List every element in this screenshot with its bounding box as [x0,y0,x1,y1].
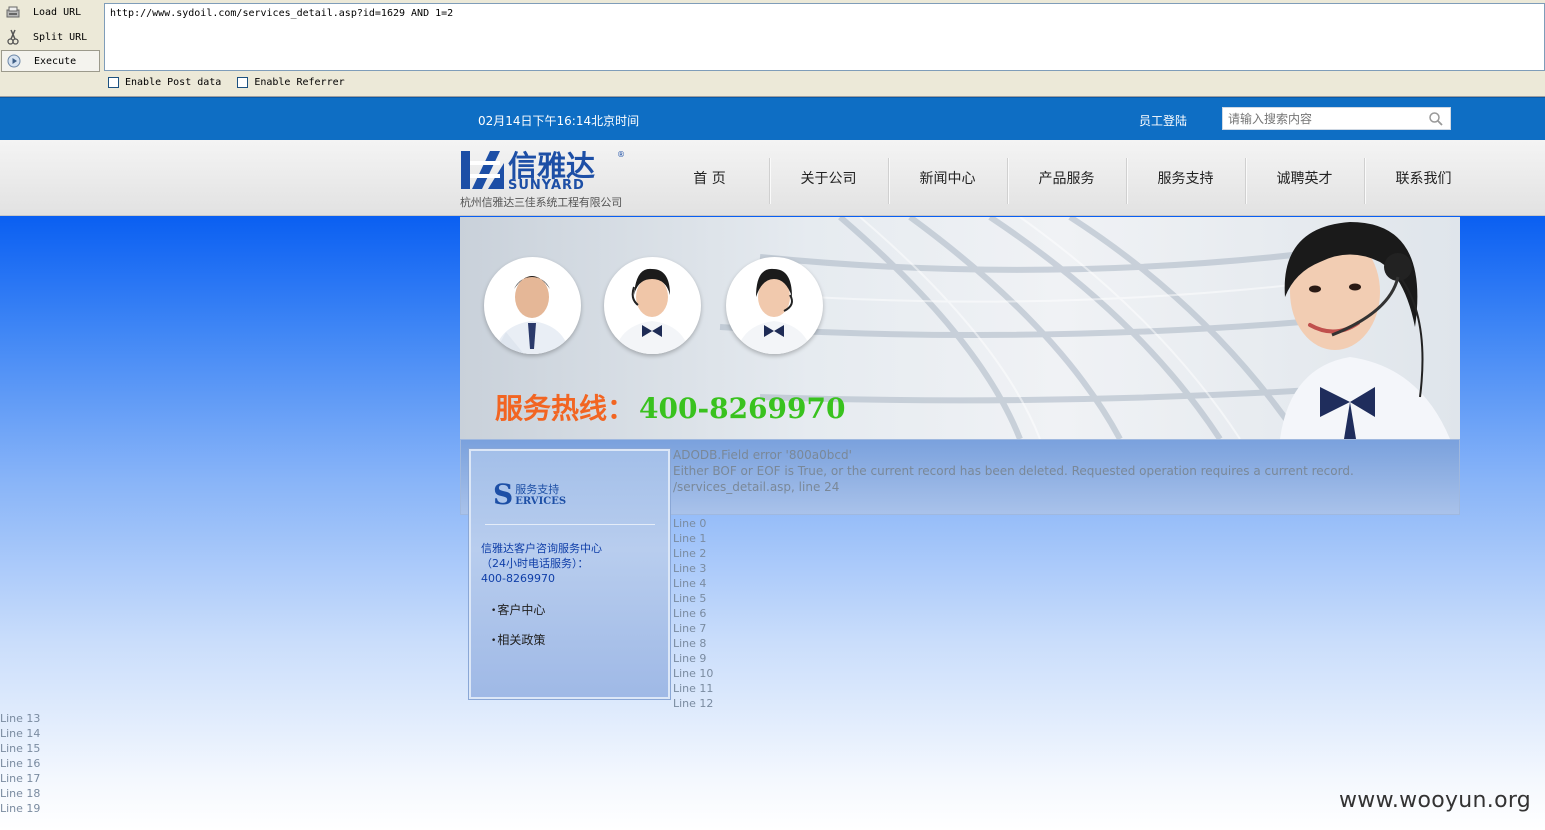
execute-button[interactable]: Execute [1,50,100,72]
debug-line: Line 15 [0,742,41,755]
debug-line: Line 3 [673,562,707,575]
hackbar-options: Enable Post data Enable Referrer [108,77,345,88]
staff-avatar-1 [484,257,581,354]
enable-referrer-checkbox[interactable]: Enable Referrer [237,77,345,88]
debug-line: Line 13 [0,712,41,725]
service-hotline: 服务热线： 400-8269970 [495,387,845,427]
load-url-icon [5,4,21,20]
main-nav: 首 页 关于公司 新闻中心 产品服务 服务支持 诚聘英才 联系我们 [650,140,1483,216]
sidebar-logo-en: ERVICES [515,496,567,507]
execute-label: Execute [34,55,77,67]
sidebar-link-policies[interactable]: 相关政策 [491,631,545,648]
nav-about[interactable]: 关于公司 [769,140,888,216]
datetime-text: 02月14日下午16:14北京时间 [478,114,640,128]
play-icon [6,53,22,69]
support-center-phone: 400-8269970 [481,572,555,585]
load-url-label: Load URL [33,6,82,18]
error-line-3: /services_detail.asp, line 24 [673,480,840,494]
hotline-label: 服务热线： [495,392,636,425]
service-support-logo: S 服务支持 ERVICES [493,481,566,509]
debug-line: Line 14 [0,727,41,740]
search-box [1222,107,1451,130]
debug-line: Line 19 [0,802,41,815]
split-url-button[interactable]: Split URL [1,26,100,48]
debug-line: Line 5 [673,592,707,605]
split-url-label: Split URL [33,31,88,43]
nav-contact[interactable]: 联系我们 [1364,140,1483,216]
debug-line: Line 17 [0,772,41,785]
error-line-2: Either BOF or EOF is True, or the curren… [673,464,1354,478]
debug-lines-list-a: Line 0 Line 1 Line 2 Line 3 Line 4 Line … [673,516,713,711]
debug-line: Line 1 [673,532,707,545]
load-url-button[interactable]: Load URL [1,1,100,23]
error-line-1: ADODB.Field error '800a0bcd' [673,448,852,462]
sidebar-link-customer-center[interactable]: 客户中心 [491,601,545,618]
debug-line: Line 8 [673,637,707,650]
nav-support[interactable]: 服务支持 [1126,140,1245,216]
customer-service-representative-image [1280,222,1450,439]
enable-referrer-label: Enable Referrer [254,77,345,88]
hackbar-toolbar: Load URL Split URL Execute http://www.sy… [0,0,1545,97]
debug-line: Line 12 [673,697,714,710]
debug-line: Line 10 [673,667,714,680]
debug-line: Line 16 [0,757,41,770]
nav-products[interactable]: 产品服务 [1007,140,1126,216]
debug-line: Line 2 [673,547,707,560]
site-logo[interactable]: 信雅达 ® SUNYARD 杭州信雅达三佳系统工程有限公司 [460,149,645,209]
nav-careers[interactable]: 诚聘英才 [1245,140,1364,216]
nav-news[interactable]: 新闻中心 [888,140,1007,216]
support-center-hours: （24小时电话服务）： [481,557,589,570]
asp-error-message: ADODB.Field error '800a0bcd' Either BOF … [673,447,1354,495]
referrer-checkbox-box[interactable] [237,77,249,88]
scissors-icon [5,29,21,45]
sidebar-divider [485,524,655,525]
url-textarea[interactable]: http://www.sydoil.com/services_detail.as… [104,3,1545,71]
debug-line: Line 4 [673,577,707,590]
svg-text:®: ® [617,150,625,159]
debug-lines-list-b: Line 13 Line 14 Line 15 Line 16 Line 17 … [0,711,40,816]
search-icon[interactable] [1428,111,1444,127]
service-banner: 服务热线： 400-8269970 [460,217,1460,439]
enable-post-data-checkbox[interactable]: Enable Post data [108,77,221,88]
staff-avatar-3 [726,257,823,354]
post-data-checkbox-box[interactable] [108,77,119,88]
staff-login-link[interactable]: 员工登陆 [1139,112,1187,129]
service-support-sidebar: S 服务支持 ERVICES 信雅达客户咨询服务中心 （24小时电话服务）： 4… [469,449,670,699]
wooyun-watermark: www.wooyun.org [1339,788,1532,813]
staff-avatar-2 [604,257,701,354]
sidebar-logo-letter: S [493,478,514,511]
hotline-number: 400-8269970 [639,392,846,425]
support-center-title: 信雅达客户咨询服务中心 [481,542,602,555]
sidebar-logo-cn: 服务支持 [515,483,560,496]
debug-line: Line 9 [673,652,707,665]
search-input[interactable] [1223,108,1423,130]
site-header: 信雅达 ® SUNYARD 杭州信雅达三佳系统工程有限公司 首 页 关于公司 新… [0,140,1545,216]
support-center-info: 信雅达客户咨询服务中心 （24小时电话服务）： 400-8269970 [481,541,666,586]
logo-brand-en: SUNYARD [508,178,585,193]
debug-line: Line 0 [673,517,707,530]
hackbar-actions: Load URL Split URL Execute [0,0,101,73]
enable-post-data-label: Enable Post data [125,77,222,88]
debug-line: Line 11 [673,682,714,695]
company-name: 杭州信雅达三佳系统工程有限公司 [460,196,622,209]
nav-home[interactable]: 首 页 [650,140,769,216]
debug-line: Line 7 [673,622,707,635]
debug-line: Line 18 [0,787,41,800]
sunyard-logo-mark: 信雅达 ® SUNYARD [461,149,625,193]
site-topbar: 02月14日下午16:14北京时间 员工登陆 [0,97,1545,140]
debug-line: Line 6 [673,607,707,620]
